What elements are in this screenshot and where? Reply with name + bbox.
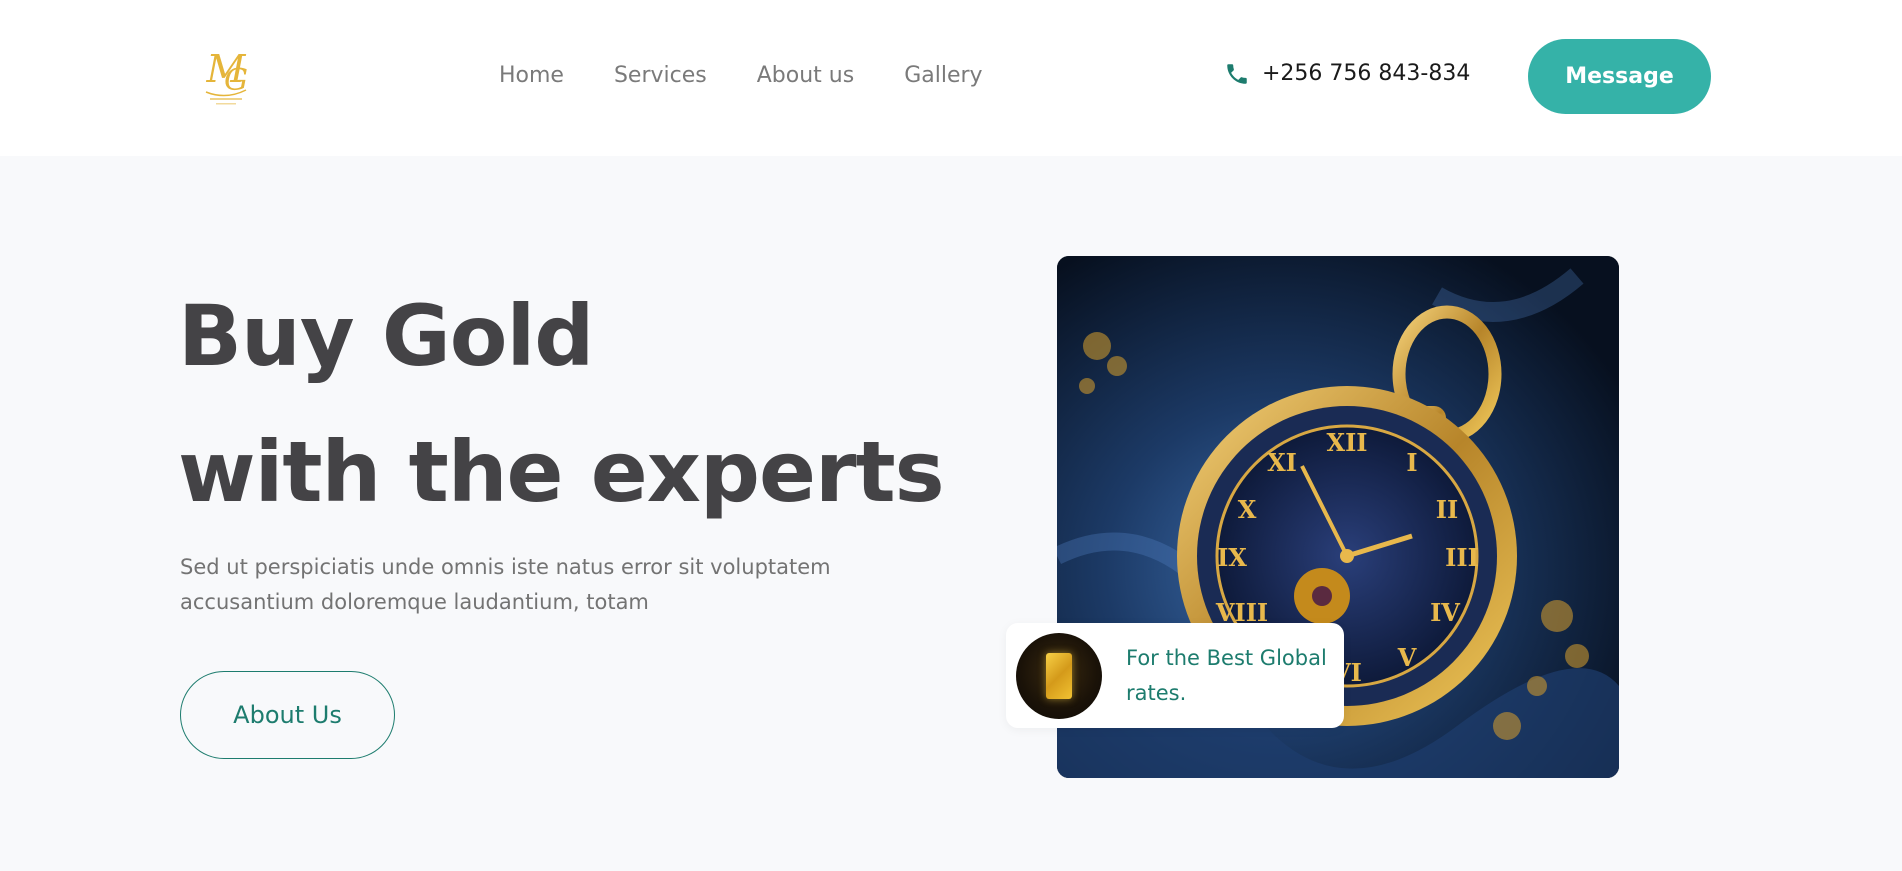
svg-text:IV: IV — [1430, 598, 1460, 627]
message-button[interactable]: Message — [1528, 39, 1711, 114]
svg-text:XII: XII — [1326, 428, 1367, 457]
hero-title-line-2: with the experts — [178, 423, 945, 521]
nav-services[interactable]: Services — [614, 60, 707, 92]
mg-logo-icon: M G — [206, 47, 248, 105]
gold-bar-thumbnail — [1016, 632, 1102, 719]
site-header: M G Home Services About us Gallery +256 … — [0, 0, 1902, 156]
nav-gallery[interactable]: Gallery — [904, 60, 982, 92]
main-nav: Home Services About us Gallery — [499, 60, 1033, 92]
phone-contact[interactable]: +256 756 843-834 — [1224, 58, 1470, 90]
svg-text:V: V — [1397, 643, 1417, 672]
svg-text:II: II — [1436, 495, 1458, 524]
hero-description: Sed ut perspiciatis unde omnis iste natu… — [180, 555, 831, 614]
hero-title: Buy Gold with the experts — [178, 268, 978, 540]
svg-text:IX: IX — [1217, 543, 1247, 572]
about-us-button[interactable]: About Us — [180, 671, 395, 759]
rates-text: For the Best Global rates. — [1126, 645, 1327, 705]
svg-text:I: I — [1406, 448, 1417, 477]
nav-about-us[interactable]: About us — [757, 60, 854, 92]
svg-text:G: G — [224, 63, 248, 98]
nav-home[interactable]: Home — [499, 60, 564, 92]
rates-card: For the Best Global rates. — [1006, 623, 1344, 728]
gold-bar-icon — [1046, 652, 1072, 699]
logo[interactable]: M G — [196, 40, 256, 110]
svg-text:XI: XI — [1267, 448, 1297, 477]
phone-number: +256 756 843-834 — [1262, 61, 1471, 86]
phone-icon — [1227, 64, 1247, 84]
svg-text:III: III — [1445, 543, 1479, 572]
hero-title-line-1: Buy Gold — [178, 287, 594, 385]
svg-text:X: X — [1238, 495, 1257, 524]
